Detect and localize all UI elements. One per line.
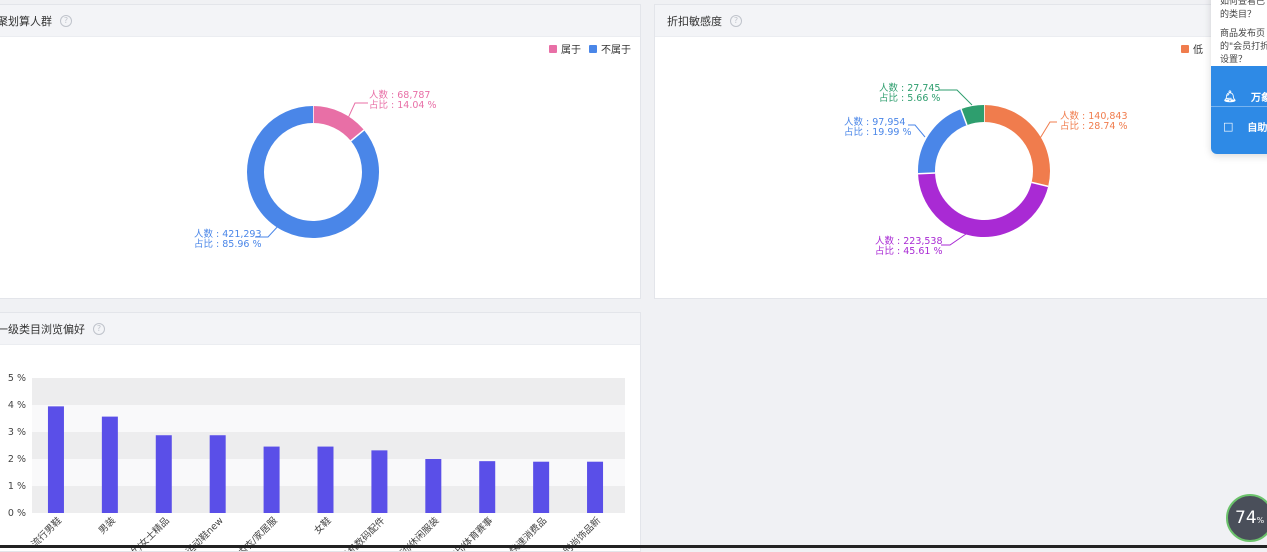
faq-line[interactable]: 的类目？: [1220, 9, 1267, 22]
bar-3[interactable]: [155, 435, 172, 513]
bar-5[interactable]: [263, 446, 280, 513]
bar-4[interactable]: [209, 435, 226, 513]
grid-band: [32, 405, 625, 432]
progress-unit: %: [1256, 516, 1265, 525]
faq-line[interactable]: 的"会员打折: [1220, 41, 1267, 54]
donut-slice-1[interactable]: [312, 106, 364, 142]
category-panel-title: 一级类目浏览偏好: [0, 322, 85, 336]
category-panel: 一级类目浏览偏好 ? 0 % 1 % 2 % 3 % 4 % 5 % 流行男鞋 男装 女/女士精…: [0, 312, 641, 552]
data-label-belong-percent: 占比 : 14.04 %: [369, 99, 436, 111]
y-tick-label: 2 %: [8, 454, 26, 465]
help-row-label: 自助: [1247, 122, 1267, 134]
data-label-seg3-percent: 占比 : 19.99 %: [844, 126, 911, 138]
y-tick-label: 0 %: [8, 508, 26, 519]
discount-panel-title: 折扣敏感度: [667, 14, 722, 28]
leader-line-seg4: [939, 89, 973, 106]
crowd-panel-header: 聚划算人群 ?: [0, 5, 640, 37]
bar-6[interactable]: [317, 446, 334, 513]
data-label-seg1-percent: 占比 : 28.74 %: [1060, 120, 1127, 132]
donut-slice-2[interactable]: [918, 172, 1049, 237]
help-icon[interactable]: ?: [730, 14, 742, 27]
crowd-panel-title: 聚划算人群: [0, 14, 52, 28]
donut-slice-4[interactable]: [961, 105, 985, 126]
bar-7[interactable]: [371, 450, 388, 513]
help-row-self-service[interactable]: □ 自助: [1211, 106, 1267, 146]
help-icon[interactable]: ?: [60, 14, 72, 27]
bar-9[interactable]: [479, 461, 496, 513]
faq-line[interactable]: 商品发布页: [1220, 28, 1267, 41]
y-tick-label: 3 %: [8, 427, 26, 438]
bar-8[interactable]: [425, 459, 442, 513]
discount-donut-chart: 人数 : 27,745 占比 : 5.66 % 人数 : 97,954 占比 :…: [844, 82, 1128, 257]
help-icon[interactable]: ?: [93, 322, 105, 335]
crowd-donut-chart: 人数 : 68,787 占比 : 14.04 % 人数 : 421,293 占比…: [194, 89, 436, 250]
leader-line-seg1: [1038, 121, 1057, 141]
progress-gauge[interactable]: 74%: [1226, 494, 1267, 542]
category-panel-header: 一级类目浏览偏好 ?: [0, 313, 640, 345]
crowd-donut: [247, 106, 379, 238]
bell-icon: 🔔︎: [1223, 89, 1237, 103]
discount-panel-header: 折扣敏感度 ?: [655, 5, 1267, 37]
discount-panel: 折扣敏感度 ? 低 人数 : 27,745 占比 : 5.66 % 人数 : 9…: [654, 4, 1267, 299]
progress-value: 74: [1235, 508, 1257, 528]
data-label-seg2-percent: 占比 : 45.61 %: [875, 245, 942, 257]
crowd-panel: 聚划算人群 ? 属于 不属于 人数 : 68,787 占比 : 14.04 % …: [0, 4, 641, 299]
data-label-seg4-percent: 占比 : 5.66 %: [879, 92, 940, 104]
y-tick-label: 5 %: [8, 373, 26, 384]
help-widget: 如何查看已 的类目？ 商品发布页 的"会员打折 设置？ 🔔︎ 万象 □ 自助: [1211, 0, 1267, 154]
y-tick-label: 1 %: [8, 481, 26, 492]
leader-line-seg2: [941, 233, 967, 246]
chat-icon: □: [1223, 119, 1234, 133]
bar-1[interactable]: [47, 406, 64, 513]
x-tick-label: 男装: [96, 514, 118, 536]
donut-slice-1[interactable]: [983, 105, 1050, 187]
y-tick-label: 4 %: [8, 400, 26, 411]
faq-list: 如何查看已 的类目？ 商品发布页 的"会员打折 设置？: [1211, 0, 1267, 67]
donut-slice-3[interactable]: [918, 109, 968, 174]
slice-separator: [918, 172, 936, 175]
bar-10[interactable]: [533, 461, 550, 513]
discount-donut: [918, 105, 1050, 237]
data-label-not-belong-percent: 占比 : 85.96 %: [194, 238, 261, 250]
bar-11[interactable]: [587, 461, 604, 513]
x-tick-label: 女鞋: [312, 514, 334, 536]
grid-band: [32, 378, 625, 405]
help-row-label: 万象: [1250, 92, 1267, 104]
faq-line[interactable]: 如何查看已: [1220, 0, 1267, 9]
category-bar-chart: 0 %1 %2 %3 %4 %5 %流行男鞋 男装 女/女士精品 运动鞋new 内衣/家…: [8, 373, 625, 551]
bar-2[interactable]: [101, 416, 118, 513]
